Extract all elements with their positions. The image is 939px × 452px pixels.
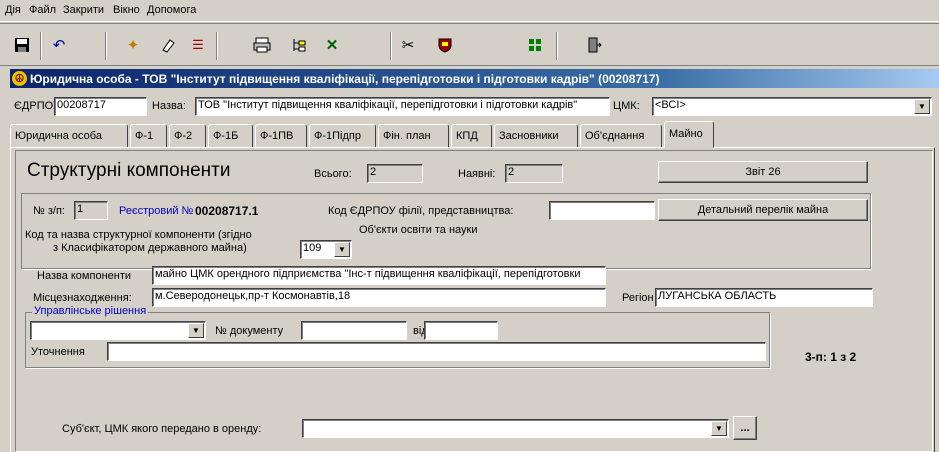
exit-icon[interactable] bbox=[582, 33, 606, 57]
record-counter: 3-п: 1 з 2 bbox=[805, 350, 857, 364]
tree-icon[interactable] bbox=[287, 33, 311, 57]
page-title: Структурні компоненти bbox=[27, 160, 231, 181]
detail-list-button[interactable]: Детальний перелік майна bbox=[658, 199, 868, 221]
cut-icon[interactable]: ✂ bbox=[396, 33, 420, 57]
filter-icon[interactable]: ☰ bbox=[186, 33, 210, 57]
seq-field: 1 bbox=[74, 201, 108, 220]
branch-code-label: Код ЄДРПОУ філії, представництва: bbox=[328, 205, 514, 217]
tab-f1pidpr[interactable]: Ф-1Підпр bbox=[309, 124, 376, 148]
cmk-select[interactable]: <ВСІ> ▼ bbox=[652, 97, 932, 116]
toolbar: ↶ ✦ ☰ ✕ ✂ bbox=[0, 23, 939, 66]
menu-item-file[interactable]: Файл bbox=[29, 4, 56, 16]
window-title-bar: ☮ Юридична особа - ТОВ "Інститут підвище… bbox=[10, 69, 939, 88]
date-field[interactable] bbox=[424, 321, 498, 340]
app-icon: ☮ bbox=[12, 71, 27, 86]
lessee-label: Суб'єкт, ЦМК якого передано в оренду: bbox=[62, 423, 262, 435]
component-code-label-1: Код та назва структурної компоненти (згі… bbox=[25, 229, 252, 241]
chevron-down-icon[interactable]: ▼ bbox=[334, 242, 350, 257]
component-code-select[interactable]: 109 ▼ bbox=[300, 240, 352, 259]
lookup-button[interactable]: ... bbox=[733, 416, 757, 440]
reg-number: 00208717.1 bbox=[195, 204, 259, 218]
seq-label: № з/п: bbox=[33, 205, 65, 217]
tab-f1b[interactable]: Ф-1Б bbox=[208, 124, 253, 148]
shield-icon[interactable] bbox=[433, 33, 457, 57]
new-icon[interactable]: ✦ bbox=[121, 33, 145, 57]
menu-bar: Дія Файл Закрити Вікно Допомога bbox=[0, 0, 939, 22]
tab-f1pv[interactable]: Ф-1ПВ bbox=[255, 124, 307, 148]
location-label: Місцезнаходження: bbox=[33, 292, 132, 304]
edrpou-field[interactable]: 00208717 bbox=[54, 97, 147, 116]
chevron-down-icon[interactable]: ▼ bbox=[914, 99, 930, 114]
grid-icon[interactable] bbox=[523, 33, 547, 57]
tab-legal-entity[interactable]: Юридична особа bbox=[10, 124, 128, 148]
chevron-down-icon[interactable]: ▼ bbox=[188, 323, 204, 338]
report-button[interactable]: Звіт 26 bbox=[658, 161, 868, 183]
location-field[interactable]: м.Северодонецьк,пр-т Космонавтів,18 bbox=[152, 288, 606, 307]
clarification-label: Уточнення bbox=[31, 346, 85, 358]
name-label: Назва: bbox=[152, 100, 186, 112]
decision-select[interactable]: ▼ bbox=[30, 321, 206, 340]
component-code-label-2: з Класифікатором державного майна) bbox=[53, 242, 247, 254]
tab-kpd[interactable]: КПД bbox=[451, 124, 492, 148]
menu-item-help[interactable]: Допомога bbox=[147, 4, 196, 16]
total-label: Всього: bbox=[314, 168, 352, 180]
cmk-select-value: <ВСІ> bbox=[655, 99, 686, 111]
region-field[interactable]: ЛУГАНСЬКА ОБЛАСТЬ bbox=[655, 288, 873, 307]
tab-fin-plan[interactable]: Фін. план bbox=[378, 124, 449, 148]
menu-item-window[interactable]: Вікно bbox=[113, 4, 140, 16]
tab-associations[interactable]: Об'єднання bbox=[580, 124, 662, 148]
present-field: 2 bbox=[505, 164, 563, 183]
tab-property[interactable]: Майно bbox=[664, 121, 714, 148]
menu-item-action[interactable]: Дія bbox=[5, 4, 21, 16]
total-field: 2 bbox=[367, 164, 423, 183]
print-icon[interactable] bbox=[250, 33, 274, 57]
clarification-field[interactable] bbox=[107, 342, 766, 361]
tab-founders[interactable]: Засновники bbox=[494, 124, 578, 148]
tab-strip: Юридична особа Ф-1 Ф-2 Ф-1Б Ф-1ПВ Ф-1Під… bbox=[10, 121, 939, 148]
chevron-down-icon[interactable]: ▼ bbox=[711, 421, 727, 436]
component-code-description: Об'єкти освіти та науки bbox=[359, 224, 478, 236]
excel-icon[interactable]: ✕ bbox=[320, 33, 344, 57]
menu-item-close[interactable]: Закрити bbox=[63, 4, 104, 16]
save-icon[interactable] bbox=[10, 33, 34, 57]
doc-no-field[interactable] bbox=[301, 321, 407, 340]
reg-label: Реєстровий № bbox=[119, 205, 194, 217]
present-label: Наявні: bbox=[458, 168, 496, 180]
region-label: Регіон bbox=[622, 292, 654, 304]
component-name-label: Назва компоненти bbox=[37, 270, 132, 282]
tab-f2[interactable]: Ф-2 bbox=[169, 124, 206, 148]
component-name-field[interactable]: майно ЦМК орендного підприємства "Інс-т … bbox=[152, 266, 606, 285]
doc-no-label: № документу bbox=[215, 325, 284, 337]
lessee-select[interactable]: ▼ bbox=[302, 419, 729, 438]
undo-icon[interactable]: ↶ bbox=[47, 33, 71, 57]
name-field[interactable]: ТОВ "Інститут підвищення кваліфікації, п… bbox=[195, 97, 610, 116]
window-title: Юридична особа - ТОВ "Інститут підвищенн… bbox=[30, 71, 660, 86]
component-code-value: 109 bbox=[303, 242, 322, 254]
branch-code-field[interactable] bbox=[549, 201, 655, 220]
eraser-icon[interactable] bbox=[156, 33, 180, 57]
management-decision-title: Управлінське рішення bbox=[32, 305, 149, 317]
tab-f1[interactable]: Ф-1 bbox=[130, 124, 167, 148]
cmk-label: ЦМК: bbox=[613, 100, 640, 112]
